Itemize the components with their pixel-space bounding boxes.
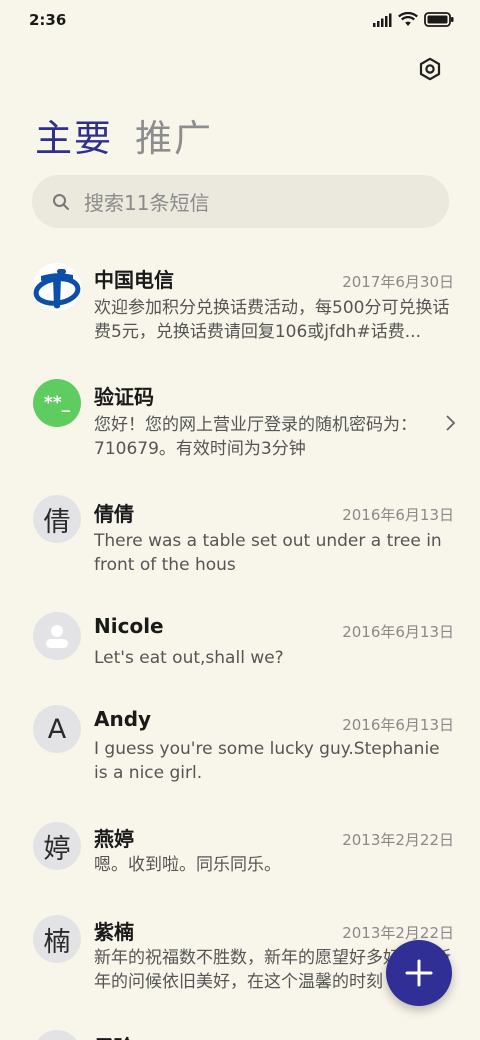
search-bar[interactable]: 搜索11条短信 [32, 175, 449, 228]
message-date: 2013年2月22日 [342, 831, 454, 849]
search-input[interactable]: 搜索11条短信 [84, 187, 209, 216]
person-icon [46, 625, 68, 648]
messages-screen: 2:36 主要 推广 搜索11条短信 中国电信 2017年6月30日 欢迎参加积… [0, 0, 480, 1040]
battery-icon [424, 12, 454, 27]
china-telecom-logo-icon [33, 263, 81, 311]
category-tabs: 主要 推广 [35, 108, 213, 162]
verification-avatar: **_ [33, 379, 81, 427]
contact-avatar: 楠 [33, 915, 81, 963]
conversation-row[interactable]: 婷 燕婷 2013年2月22日 嗯。收到啦。同乐同乐。 [0, 820, 480, 910]
contact-avatar: A [33, 705, 81, 753]
sender-name: Andy [94, 707, 152, 731]
settings-button[interactable] [414, 53, 446, 85]
message-preview: There was a table set out under a tree i… [94, 531, 442, 575]
tab-promotions[interactable]: 推广 [135, 108, 213, 162]
message-preview: Let's eat out,shall we? [94, 648, 284, 668]
contact-avatar [33, 612, 81, 660]
message-preview: 您好！您的网上营业厅登录的随机密码为：710679。有效时间为3分钟 [94, 415, 417, 459]
tab-primary[interactable]: 主要 [35, 108, 113, 162]
sender-name: 中国电信 [94, 268, 174, 292]
contact-avatar: 婷 [33, 822, 81, 870]
message-date: 2017年6月30日 [342, 273, 454, 291]
contact-avatar: 倩 [33, 495, 81, 543]
signal-icon [373, 13, 392, 27]
status-icons [372, 12, 454, 27]
chevron-right-icon[interactable] [444, 414, 456, 432]
message-preview: I guess you're some lucky guy.Stephanie … [94, 739, 440, 783]
message-date: 2016年6月13日 [342, 623, 454, 641]
wifi-icon [398, 12, 418, 26]
conversation-row[interactable]: **_ 验证码 您好！您的网上营业厅登录的随机密码为：710679。有效时间为3… [0, 367, 480, 477]
message-date: 2016年6月13日 [342, 716, 454, 734]
sender-name: Nicole [94, 614, 164, 638]
conversation-row[interactable]: A Andy 2016年6月13日 I guess you're some lu… [0, 693, 480, 803]
conversation-row[interactable]: Nicole 2016年6月13日 Let's eat out,shall we… [0, 600, 480, 690]
sender-name: 子玲 [94, 1031, 134, 1040]
settings-icon [419, 57, 441, 81]
sender-name: 验证码 [94, 385, 154, 409]
china-telecom-logo-avatar [33, 263, 81, 311]
conversation-row[interactable]: 子玲 [0, 1028, 480, 1040]
status-time: 2:36 [29, 11, 67, 29]
plus-icon [405, 959, 433, 987]
search-icon [53, 193, 69, 210]
message-preview: 嗯。收到啦。同乐同乐。 [94, 855, 281, 875]
sender-name: 燕婷 [94, 827, 134, 851]
status-bar: 2:36 [0, 0, 480, 40]
message-date: 2016年6月13日 [342, 506, 454, 524]
contact-avatar [33, 1030, 81, 1040]
message-preview: 欢迎参加积分兑换话费活动，每500分可兑换话费5元，兑换话费请回复106或jfd… [94, 298, 450, 342]
message-date: 2013年2月22日 [342, 924, 454, 942]
conversation-row[interactable]: 倩 倩倩 2016年6月13日 There was a table set ou… [0, 483, 480, 593]
sender-name: 紫楠 [94, 920, 134, 944]
conversation-row[interactable]: 中国电信 2017年6月30日 欢迎参加积分兑换话费活动，每500分可兑换话费5… [0, 250, 480, 360]
sender-name: 倩倩 [94, 502, 134, 526]
new-message-button[interactable] [386, 940, 452, 1006]
